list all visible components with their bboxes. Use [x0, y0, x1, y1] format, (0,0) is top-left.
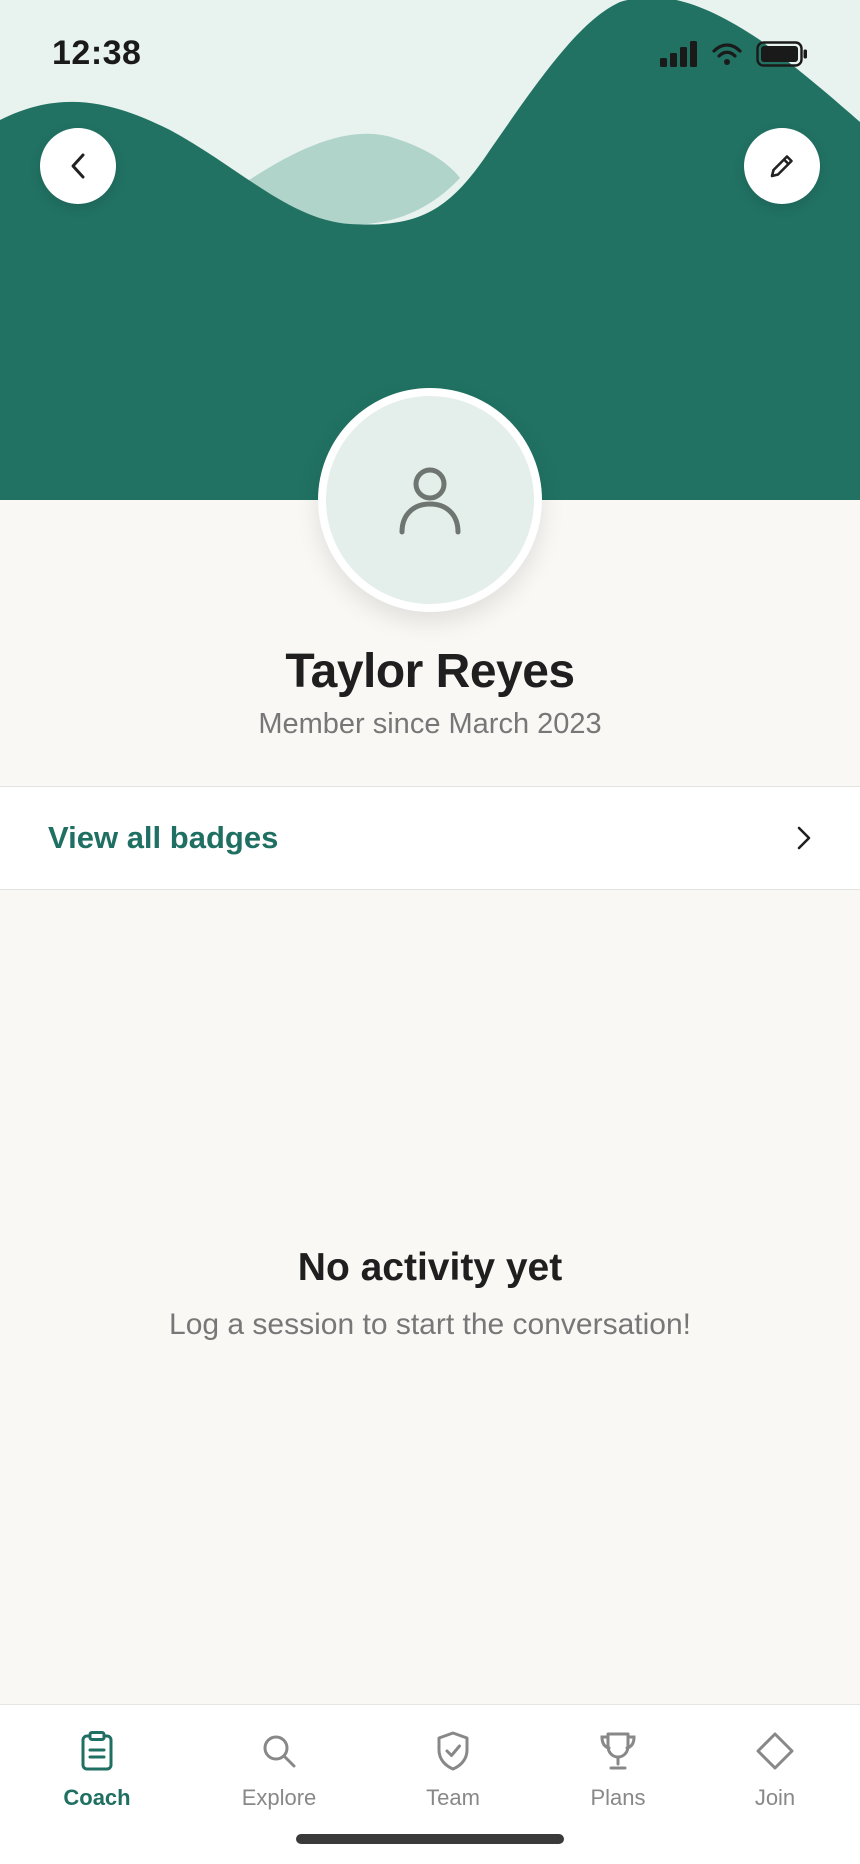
back-button[interactable]: [40, 128, 116, 204]
empty-state-title: No activity yet: [297, 1246, 563, 1289]
trophy-icon: [600, 1732, 636, 1770]
chevron-right-icon: [797, 826, 811, 850]
member-since: Member since March 2023: [258, 708, 602, 740]
cellular-signal-icon: [660, 41, 697, 67]
tab-team[interactable]: Team: [388, 1729, 518, 1819]
wifi-icon: [712, 43, 742, 65]
tab-coach[interactable]: Coach: [32, 1729, 162, 1819]
chevron-left-icon: [71, 153, 85, 179]
tab-join[interactable]: Join: [710, 1729, 840, 1819]
status-icons: [660, 40, 808, 68]
profile-name: Taylor Reyes: [285, 645, 575, 698]
status-time: 12:38: [52, 34, 142, 72]
clipboard-icon: [81, 1731, 113, 1771]
shield-check-icon: [437, 1731, 469, 1771]
tab-coach-label: Coach: [63, 1785, 131, 1810]
tab-explore[interactable]: Explore: [214, 1729, 344, 1819]
edit-profile-button[interactable]: [744, 128, 820, 204]
tab-team-label: Team: [426, 1785, 480, 1810]
status-bar: 12:38: [0, 0, 860, 110]
tab-plans[interactable]: Plans: [553, 1729, 683, 1819]
pencil-icon: [770, 155, 793, 178]
tab-join-label: Join: [754, 1785, 796, 1810]
diamond-icon: [756, 1732, 794, 1770]
view-all-badges-row[interactable]: View all badges: [0, 786, 860, 890]
tab-plans-label: Plans: [590, 1785, 646, 1810]
battery-icon: [756, 41, 807, 67]
tab-explore-label: Explore: [241, 1785, 317, 1810]
home-indicator: [296, 1834, 564, 1844]
user-icon: [399, 467, 461, 535]
avatar[interactable]: [318, 388, 542, 612]
search-icon: [263, 1735, 296, 1768]
avatar-placeholder: [326, 396, 534, 604]
empty-state-subtitle: Log a session to start the conversation!: [169, 1308, 691, 1341]
view-all-badges-label: View all badges: [48, 820, 279, 855]
